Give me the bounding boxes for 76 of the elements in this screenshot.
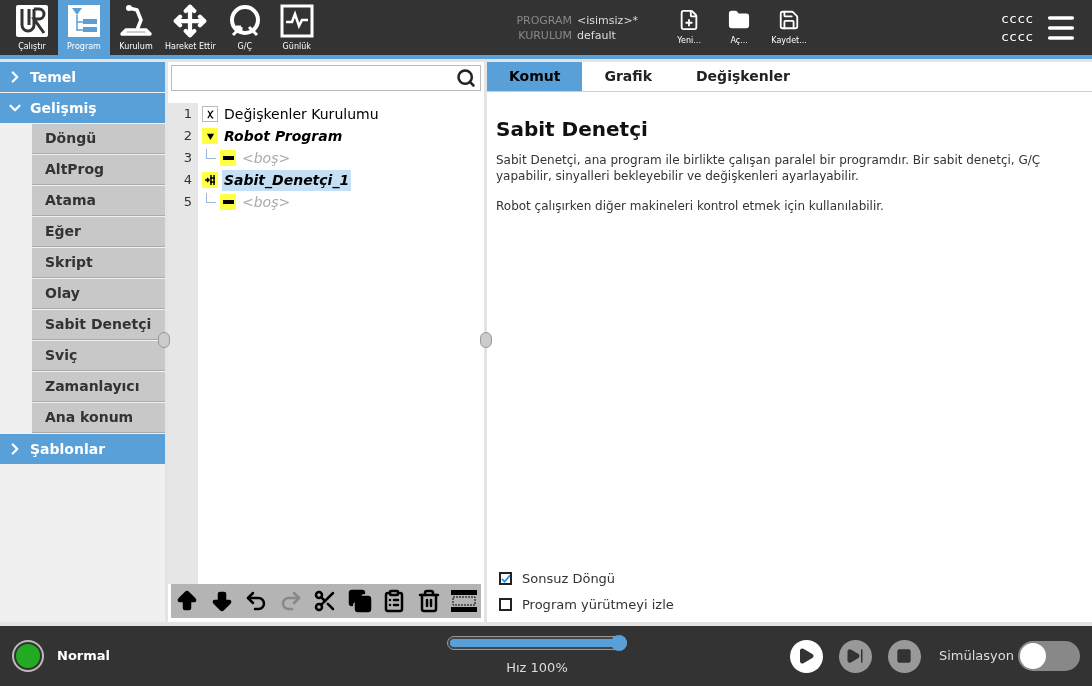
search-icon[interactable] — [456, 68, 476, 88]
program-label: PROGRAM — [515, 12, 573, 28]
variable-x-icon — [202, 106, 218, 122]
line-number: 1 — [168, 103, 198, 125]
sidebar-item[interactable]: Sviç — [32, 341, 165, 371]
logo-icon — [15, 4, 49, 38]
status-text: Normal — [57, 647, 110, 666]
tree-node[interactable]: Robot Program — [222, 125, 345, 147]
tab[interactable]: Komut — [487, 62, 583, 91]
save-icon — [778, 8, 801, 31]
simulation-toggle[interactable] — [1018, 641, 1080, 671]
trash-icon[interactable] — [416, 589, 441, 613]
tree-node[interactable]: Değişkenler Kurulumu — [222, 103, 381, 125]
robot-arm-icon — [119, 4, 153, 38]
sidebar-item[interactable]: Olay — [32, 279, 165, 309]
checkbox[interactable] — [499, 572, 512, 586]
sidebar-item[interactable]: Atama — [32, 186, 165, 216]
tree-branch-line — [206, 193, 216, 203]
user-text: cccc — [1001, 9, 1034, 28]
tree-node[interactable]: Sabit_Denetçi_1 — [222, 169, 352, 191]
play-icon — [797, 647, 816, 665]
nav-tab[interactable]: Çalıştır — [6, 0, 58, 55]
io-icon — [227, 4, 262, 38]
file-action-button[interactable]: Kaydet... — [764, 0, 815, 55]
search-field[interactable] — [171, 65, 481, 91]
sidebar-item[interactable]: AltProg — [32, 155, 165, 185]
status-indicator — [12, 640, 44, 672]
tab[interactable]: Değişkenler — [674, 62, 812, 91]
undo-icon[interactable] — [244, 589, 268, 613]
program-tree-icon — [67, 4, 101, 38]
scissors-icon[interactable] — [313, 589, 337, 613]
nav-tab[interactable]: Kurulum — [110, 0, 162, 55]
description-text: Sabit Denetçi, ana program ile birlikte çalışan paralel bir programdır. Bir sabit denetçi, G/Ç yapabilir, sinyalleri bekleyebilir ve değişkenleri ayarlayabilir. — [496, 152, 1042, 184]
skip-icon — [846, 647, 865, 665]
tab[interactable]: Grafik — [582, 62, 674, 91]
checkbox-label: Program yürütmeyi izle — [522, 595, 674, 614]
file-action-button[interactable]: Aç... — [714, 0, 765, 55]
simulation-label: Simülasyon — [939, 647, 1014, 666]
copy-icon[interactable] — [347, 589, 372, 613]
file-action-button[interactable]: Yeni... — [664, 0, 715, 55]
tree-branch-line — [206, 149, 216, 159]
installation-label: KURULUM — [517, 27, 573, 43]
suppress-icon[interactable] — [451, 589, 477, 613]
move-up-icon[interactable] — [175, 589, 199, 613]
speed-reading: Hız 100% — [506, 659, 568, 678]
nav-tab[interactable]: Günlük — [270, 0, 323, 55]
sidebar-item[interactable]: Eğer — [32, 217, 165, 247]
stop-icon — [896, 648, 913, 664]
checkbox-label: Sonsuz Döngü — [522, 570, 616, 588]
log-chart-icon — [279, 4, 314, 38]
installation-name: default — [577, 27, 616, 43]
sidebar-item[interactable]: Ana konum — [32, 403, 165, 433]
program-name: <isimsiz>* — [577, 12, 639, 28]
sidebar-item[interactable]: Sabit Denetçi — [32, 310, 165, 340]
command-title: Sabit Denetçi — [496, 116, 649, 143]
user-text: cccc — [1001, 27, 1034, 46]
speed-slider[interactable] — [447, 634, 627, 653]
folder-icon — [728, 8, 751, 31]
sidebar-item[interactable]: Zamanlayıcı — [32, 372, 165, 402]
nav-tab[interactable]: G/Ç — [218, 0, 271, 55]
sidebar-item[interactable]: Döngü — [32, 124, 165, 154]
collapse-handle-icon[interactable] — [480, 332, 492, 348]
checkbox[interactable] — [499, 597, 512, 611]
empty-node-icon — [220, 150, 236, 166]
clipboard-icon[interactable] — [382, 589, 406, 613]
play-button[interactable] — [790, 639, 823, 673]
line-number: 4 — [168, 169, 198, 191]
line-number: 3 — [168, 147, 198, 169]
line-number: 2 — [168, 125, 198, 147]
line-number: 5 — [168, 191, 198, 213]
empty-node-icon — [220, 194, 236, 210]
description-text: Robot çalışırken diğer makineleri kontrol etmek için kullanılabilir. — [496, 198, 885, 214]
thread-icon — [202, 172, 218, 188]
sidebar-item[interactable]: Skript — [32, 248, 165, 278]
nav-tab[interactable]: Hareket Ettir — [162, 0, 219, 55]
move-arrows-icon — [173, 4, 208, 38]
